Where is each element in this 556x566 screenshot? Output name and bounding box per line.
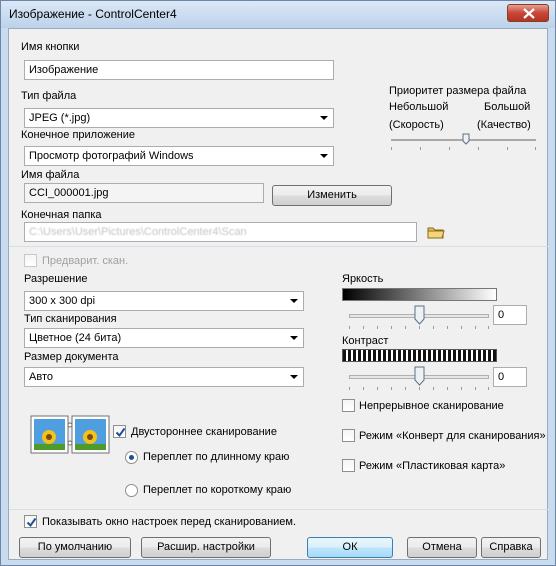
short-edge-label: Переплет по короткому краю <box>143 484 292 496</box>
file-type-value: JPEG (*.jpg) <box>29 112 91 124</box>
chevron-down-icon <box>320 116 328 120</box>
file-size-large-label: Большой <box>484 101 531 113</box>
button-name-input[interactable]: Изображение <box>24 60 334 80</box>
dest-folder-value: C:\Users\User\Pictures\ControlCenter4\Sc… <box>29 226 247 238</box>
resolution-label: Разрешение <box>24 273 88 285</box>
file-type-label: Тип файла <box>21 90 77 102</box>
duplex-label: Двустороннее сканирование <box>131 426 277 438</box>
carrier-sheet-label: Режим «Конверт для сканирования» <box>359 430 546 442</box>
folder-icon <box>427 227 445 239</box>
contrast-slider[interactable] <box>349 366 489 392</box>
file-size-small-label: Небольшой <box>389 101 449 113</box>
long-edge-radio[interactable] <box>125 451 138 464</box>
continuous-scan-checkbox[interactable] <box>342 399 355 412</box>
prescan-checkbox[interactable] <box>24 254 37 267</box>
brightness-label: Яркость <box>342 273 384 285</box>
dialog-body: Имя кнопки Изображение Тип файла JPEG (*… <box>8 28 549 560</box>
resolution-select[interactable]: 300 x 300 dpi <box>24 291 304 311</box>
brightness-gradient <box>342 288 497 301</box>
dest-folder-input[interactable]: C:\Users\User\Pictures\ControlCenter4\Sc… <box>24 222 417 242</box>
close-icon <box>523 8 535 19</box>
chevron-down-icon <box>290 336 298 340</box>
file-type-select[interactable]: JPEG (*.jpg) <box>24 108 334 128</box>
target-app-label: Конечное приложение <box>21 129 136 141</box>
scan-type-value: Цветное (24 бита) <box>29 332 122 344</box>
brightness-slider-thumb[interactable] <box>414 305 425 325</box>
close-button[interactable] <box>507 4 549 22</box>
file-size-small-sublabel: (Скорость) <box>389 119 444 131</box>
brightness-slider[interactable] <box>349 305 489 331</box>
checkmark-icon <box>115 427 126 438</box>
long-edge-label: Переплет по длинному краю <box>143 451 290 463</box>
dialog-window: Изображение - ControlCenter4 Имя кнопки … <box>0 0 556 566</box>
change-file-name-button[interactable]: Изменить <box>272 185 392 206</box>
contrast-label: Контраст <box>342 335 389 347</box>
contrast-slider-thumb[interactable] <box>414 366 425 386</box>
chevron-down-icon <box>290 375 298 379</box>
file-size-ticks <box>391 147 536 151</box>
button-name-label: Имя кнопки <box>21 41 80 53</box>
duplex-illustration <box>30 415 110 455</box>
show-settings-checkbox[interactable] <box>24 515 37 528</box>
show-settings-label: Показывать окно настроек перед сканирова… <box>42 516 297 528</box>
window-title: Изображение - ControlCenter4 <box>9 7 177 21</box>
checkmark-icon <box>26 517 37 528</box>
contrast-ticks <box>349 387 489 391</box>
resolution-value: 300 x 300 dpi <box>29 295 96 307</box>
default-button[interactable]: По умолчанию <box>19 537 131 558</box>
contrast-value-input[interactable]: 0 <box>493 367 527 387</box>
ok-button[interactable]: ОК <box>307 537 393 558</box>
continuous-scan-label: Непрерывное сканирование <box>359 400 504 412</box>
plastic-card-label: Режим «Пластиковая карта» <box>359 460 506 472</box>
file-name-label: Имя файла <box>21 169 80 181</box>
dest-folder-label: Конечная папка <box>21 209 102 221</box>
divider <box>9 509 549 510</box>
brightness-ticks <box>349 326 489 330</box>
cancel-button[interactable]: Отмена <box>407 537 477 558</box>
target-app-value: Просмотр фотографий Windows <box>29 150 194 162</box>
doc-size-select[interactable]: Авто <box>24 367 304 387</box>
doc-size-value: Авто <box>29 371 53 383</box>
file-size-slider[interactable] <box>391 133 536 151</box>
browse-folder-button[interactable] <box>427 225 447 241</box>
file-name-field: CCI_000001.jpg <box>24 183 264 203</box>
prescan-label: Предварит. скан. <box>42 255 129 267</box>
carrier-sheet-checkbox[interactable] <box>342 429 355 442</box>
title-bar[interactable]: Изображение - ControlCenter4 <box>1 1 555 28</box>
scan-type-label: Тип сканирования <box>24 313 117 325</box>
chevron-down-icon <box>320 154 328 158</box>
file-size-priority-title: Приоритет размера файла <box>389 85 527 97</box>
advanced-settings-button[interactable]: Расшир. настройки <box>141 537 271 558</box>
contrast-bar <box>342 349 497 362</box>
file-size-large-sublabel: (Качество) <box>477 119 531 131</box>
doc-size-label: Размер документа <box>24 351 119 363</box>
plastic-card-checkbox[interactable] <box>342 459 355 472</box>
chevron-down-icon <box>290 299 298 303</box>
divider <box>9 246 549 247</box>
short-edge-radio[interactable] <box>125 484 138 497</box>
duplex-pages-icon <box>30 415 110 454</box>
help-button[interactable]: Справка <box>481 537 541 558</box>
brightness-value-input[interactable]: 0 <box>493 305 527 325</box>
duplex-checkbox[interactable] <box>113 425 126 438</box>
file-size-slider-thumb[interactable] <box>462 133 470 145</box>
target-app-select[interactable]: Просмотр фотографий Windows <box>24 146 334 166</box>
scan-type-select[interactable]: Цветное (24 бита) <box>24 328 304 348</box>
